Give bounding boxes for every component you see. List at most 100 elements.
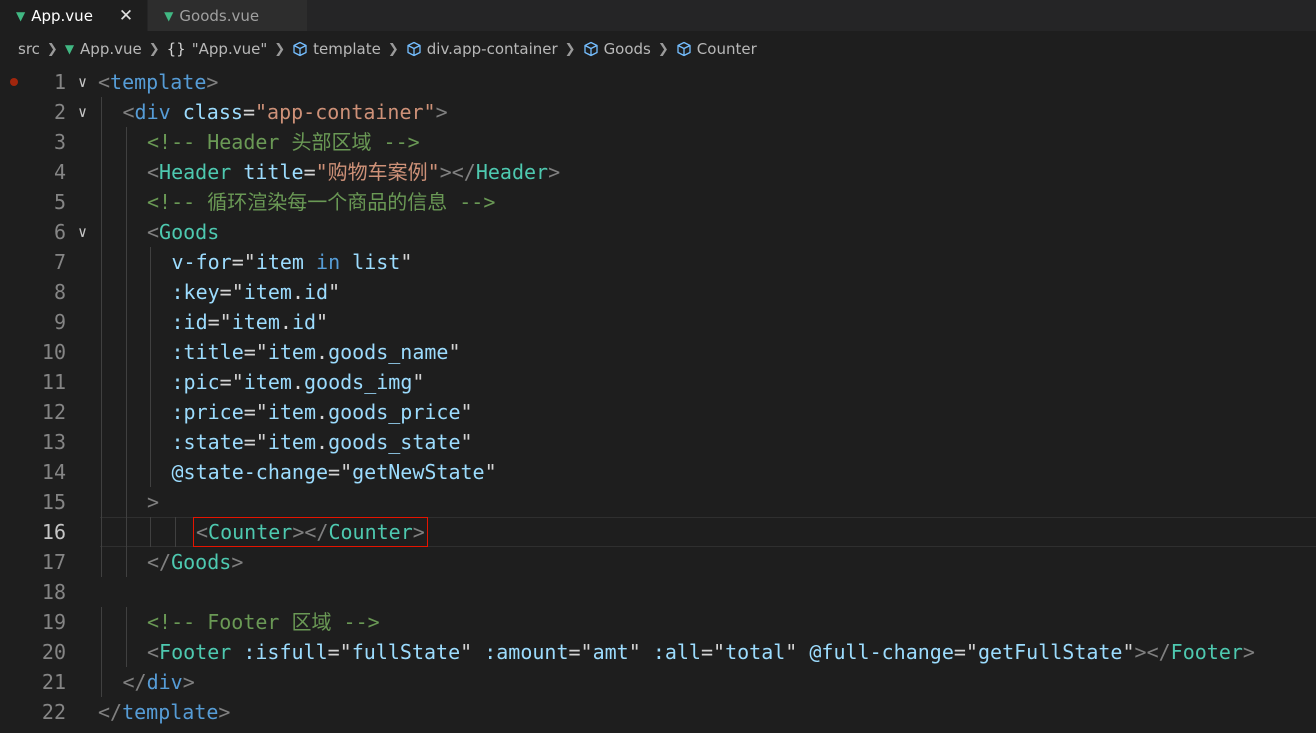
fold-chevron-icon[interactable]: ∨: [78, 217, 87, 247]
cube-icon: [406, 41, 422, 57]
indent-guide: [125, 187, 127, 217]
token-attr: goods_img: [303, 370, 413, 394]
code-text: </Goods>: [147, 547, 243, 577]
token-plain: =": [219, 280, 244, 304]
code-line[interactable]: 18: [0, 577, 1316, 607]
braces-icon: {}: [166, 40, 186, 58]
token-bracket: ></: [292, 520, 329, 544]
token-attr: :key: [171, 280, 220, 304]
line-number: 7: [53, 250, 66, 274]
token-attr: :all: [652, 640, 701, 664]
code-line[interactable]: 20 <Footer :isfull="fullState" :amount="a…: [0, 637, 1316, 667]
code-line[interactable]: 2 ∨ <div class="app-container">: [0, 97, 1316, 127]
tab-goods-vue[interactable]: ▼ Goods.vue: [148, 0, 309, 31]
code-line[interactable]: 6 ∨ <Goods: [0, 217, 1316, 247]
token-attr: item: [243, 370, 292, 394]
breadcrumb-item[interactable]: src ❯: [18, 40, 65, 58]
token-plain: =": [700, 640, 726, 664]
breadcrumb-item[interactable]: template ❯: [292, 40, 406, 58]
code-editor[interactable]: 1 ∨ <template> 2 ∨ <div class="app-container"…: [0, 67, 1316, 733]
token-attr: item: [255, 250, 304, 274]
token-plain: .: [291, 280, 304, 304]
token-attr: @full-change: [809, 640, 954, 664]
code-line[interactable]: 10:title="item.goods_name": [0, 337, 1316, 367]
token-comp: Goods: [159, 220, 220, 244]
code-line[interactable]: 7 v-for="item in list": [0, 247, 1316, 277]
token-attr: :price: [171, 400, 244, 424]
indent-guide: [101, 337, 102, 367]
indent-guide: [125, 547, 127, 577]
breadcrumb-item[interactable]: ▼ App.vue ❯: [65, 40, 167, 58]
code-text: :id="item.id": [172, 307, 329, 337]
code-line[interactable]: 13:state="item.goods_state": [0, 427, 1316, 457]
code-line[interactable]: 12:price="item.goods_price": [0, 397, 1316, 427]
token-bracket: </: [98, 700, 123, 724]
breadcrumb-item[interactable]: Counter: [676, 40, 757, 58]
line-number: 10: [41, 340, 66, 364]
indent-guide: [125, 307, 127, 337]
code-line[interactable]: 1 ∨ <template>: [0, 67, 1316, 97]
code-line[interactable]: 8:key="item.id": [0, 277, 1316, 307]
token-plain: .: [316, 430, 329, 454]
indent-guide: [125, 487, 127, 517]
breadcrumb-item[interactable]: {} "App.vue" ❯: [167, 40, 292, 58]
token-bracket: ></: [439, 160, 476, 184]
code-line[interactable]: 14 @state-change="getNewState": [0, 457, 1316, 487]
breadcrumb: src ❯ ▼ App.vue ❯{} "App.vue" ❯ template ❯ div.ap…: [0, 31, 1316, 67]
tab-app-vue[interactable]: ▼ App.vue ✕: [0, 0, 149, 31]
token-attr: :isfull: [243, 640, 328, 664]
chevron-right-icon: ❯: [46, 41, 58, 57]
token-attr: v-for: [171, 250, 232, 274]
token-attr: fullState: [351, 640, 461, 664]
code-line[interactable]: 5 <!-- 循环渲染每一个商品的信息 -->: [0, 187, 1316, 217]
breadcrumb-item[interactable]: div.app-container ❯: [406, 40, 583, 58]
code-line[interactable]: 11:pic="item.goods_img": [0, 367, 1316, 397]
code-text: <!-- Footer 区域 -->: [147, 607, 380, 637]
code-line[interactable]: 19 <!-- Footer 区域 -->: [0, 607, 1316, 637]
token-plain: =: [242, 100, 255, 124]
fold-chevron-icon[interactable]: ∨: [78, 97, 87, 127]
indent-guide: [125, 127, 127, 157]
token-kw: in: [316, 250, 341, 274]
indent-guide: [101, 517, 102, 547]
token-attr: item: [267, 400, 317, 424]
close-icon[interactable]: ✕: [119, 6, 133, 26]
breadcrumb-item[interactable]: Goods ❯: [583, 40, 676, 58]
token-plain: =": [207, 310, 232, 334]
breadcrumb-label: div.app-container: [426, 40, 558, 58]
token-bracket: >: [548, 160, 561, 184]
code-line[interactable]: 21 </div>: [0, 667, 1316, 697]
token-attr: getFullState: [977, 640, 1123, 664]
code-line[interactable]: 4 <Header title="购物车案例"></Header>: [0, 157, 1316, 187]
code-line[interactable]: 15 >: [0, 487, 1316, 517]
indent-guide: [150, 337, 151, 367]
code-line[interactable]: 16 <Counter></Counter>: [0, 517, 1316, 547]
editor-tab-bar: ▼ App.vue ✕ ▼ Goods.vue: [0, 0, 1316, 31]
line-number: 13: [41, 430, 66, 454]
code-line[interactable]: 17 </Goods>: [0, 547, 1316, 577]
code-line[interactable]: 22 </template>: [0, 697, 1316, 727]
line-number: 6: [53, 220, 66, 244]
tab-label: Goods.vue: [179, 6, 260, 25]
indent-guide: [125, 157, 127, 187]
code-text: <Header title="购物车案例"></Header>: [147, 157, 560, 187]
vue-file-icon: ▼: [16, 8, 26, 23]
token-bracket: ></: [1134, 640, 1171, 664]
indent-guide: [125, 217, 127, 247]
token-tag: template: [122, 700, 219, 724]
token-tag: div: [134, 100, 171, 124]
token-plain: ": [484, 460, 497, 484]
indent-guide: [101, 367, 102, 397]
indent-guide: [101, 157, 102, 187]
code-line[interactable]: 3 <!-- Header 头部区域 -->: [0, 127, 1316, 157]
code-text: @state-change="getNewState": [172, 457, 497, 487]
token-comp: Goods: [171, 550, 232, 574]
token-comment: <!-- Header 头部区域 -->: [147, 130, 420, 154]
token-plain: =": [243, 430, 268, 454]
token-plain: =": [568, 640, 593, 664]
code-line[interactable]: 9:id="item.id": [0, 307, 1316, 337]
token-attr: id: [303, 280, 329, 304]
fold-chevron-icon[interactable]: ∨: [78, 67, 87, 97]
indent-guide: [101, 487, 102, 517]
